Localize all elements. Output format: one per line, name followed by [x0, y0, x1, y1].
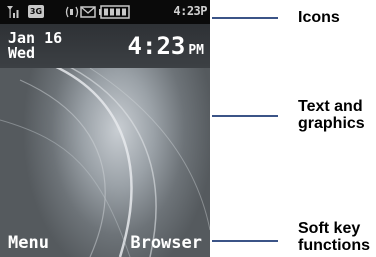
status-time: 4:23P	[173, 4, 207, 18]
date-weekday: Wed	[8, 44, 36, 62]
callout-label-soft-keys-line2: functions	[298, 237, 370, 254]
message-icon	[80, 6, 96, 18]
callout-label-icons-line1: Icons	[298, 9, 340, 26]
status-bar: 3G 4:23P	[0, 0, 210, 24]
signal-strength-icon	[7, 6, 19, 18]
phone-screen: 3G 4:23P Jan 16 Wed 4:23 PM Menu Browser	[0, 0, 210, 257]
clock-ampm: PM	[188, 43, 204, 58]
callout-label-icons: Icons	[298, 9, 340, 26]
speaker-icon	[65, 6, 79, 18]
3g-network-icon: 3G	[28, 5, 44, 18]
callout-label-text-graphics-line2: graphics	[298, 115, 365, 132]
callout-label-text-graphics: Text and graphics	[298, 98, 365, 132]
callout-line-soft-keys	[212, 240, 278, 242]
date-time-banner: Jan 16 Wed 4:23 PM	[0, 24, 210, 68]
clock-display: 4:23 PM	[128, 32, 204, 60]
callout-line-icons	[212, 17, 278, 19]
callout-label-soft-keys: Soft key functions	[298, 220, 370, 254]
clock-time: 4:23	[127, 32, 186, 60]
softkey-menu[interactable]: Menu	[8, 233, 49, 253]
callout-label-soft-keys-line1: Soft key	[298, 220, 361, 237]
battery-icon	[99, 5, 130, 19]
callout-label-text-graphics-line1: Text and	[298, 98, 363, 115]
softkey-browser[interactable]: Browser	[130, 233, 202, 253]
network-badge-text: 3G	[29, 7, 43, 16]
callout-line-text-graphics	[212, 115, 278, 117]
